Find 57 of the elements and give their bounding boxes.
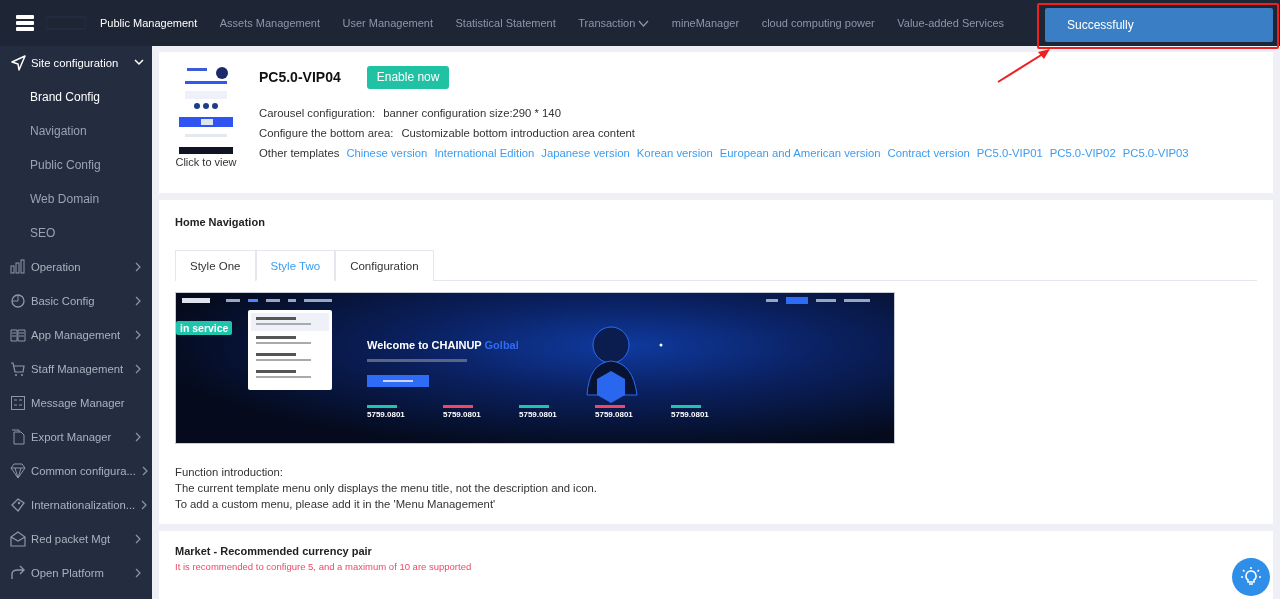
sidebar-group[interactable]: Common configura...	[0, 454, 152, 488]
field-label: Other templates	[259, 146, 340, 161]
nav-tab[interactable]: Value-added Services	[897, 17, 1005, 29]
template-link[interactable]: PC5.0-VIP01	[976, 143, 1043, 163]
sidebar-group[interactable]: Open Platform	[0, 556, 152, 590]
sidebar-item[interactable]: Brand Config	[0, 80, 152, 114]
sidebar-group[interactable]: Staff Management	[0, 352, 152, 386]
sidebar-group[interactable]: Red packet Mgt	[0, 522, 152, 556]
template-link[interactable]: European and American version	[719, 143, 881, 163]
sidebar-group[interactable]: Message Manager	[0, 386, 152, 420]
intro-text: Function introduction:	[175, 465, 284, 480]
template-link[interactable]: PC5.0-VIP02	[1049, 143, 1116, 163]
sidebar-group[interactable]: Internationalization...	[0, 488, 152, 522]
success-toast: Successfully	[1045, 8, 1273, 42]
style-tab[interactable]: Style Two	[255, 250, 336, 281]
section-title: Home Navigation	[175, 216, 266, 228]
field-value: Customizable bottom introduction area content	[401, 126, 635, 141]
banner-headline: Welcome to CHAINUP Golbal	[367, 339, 519, 351]
nav-tab[interactable]: mineManager	[671, 17, 740, 29]
sidebar-group[interactable]: App Management	[0, 318, 152, 352]
click-to-view-link[interactable]: Click to view	[175, 156, 237, 168]
ticker-price: 5759.0801	[595, 410, 634, 419]
sidebar-group[interactable]: Operation	[0, 250, 152, 284]
sidebar-item[interactable]: SEO	[0, 216, 152, 250]
intro-text: To add a custom menu, please add it in the 'Menu Management'	[175, 497, 497, 512]
sidebar-group[interactable]: Export Manager	[0, 420, 152, 454]
sidebar-item[interactable]: Navigation	[0, 114, 152, 148]
template-link[interactable]: Chinese version	[346, 143, 428, 163]
nav-tab[interactable]: Statistical Statement	[455, 17, 556, 29]
field-value: banner configuration size:290 * 140	[383, 106, 561, 121]
nav-tab[interactable]: Public Management	[100, 17, 198, 29]
style-tab[interactable]: Style One	[175, 250, 256, 281]
sidebar-item[interactable]: Public Config	[0, 148, 152, 182]
sidebar-group[interactable]: Site configuration	[0, 46, 152, 80]
template-title: PC5.0-VIP04	[259, 69, 341, 85]
section-title: Market - Recommended currency pair	[175, 545, 373, 557]
nav-tab[interactable]: Transaction	[578, 17, 650, 29]
sidebar-group[interactable]: Basic Config	[0, 284, 152, 318]
ticker-price: 5759.0801	[367, 410, 406, 419]
template-link[interactable]: Japanese version	[541, 143, 630, 163]
ticker-price: 5759.0801	[671, 410, 710, 419]
style-tab[interactable]: Configuration	[335, 250, 434, 281]
ticker-price: 5759.0801	[443, 410, 482, 419]
intro-text: The current template menu only displays the menu title, not the description and icon.	[175, 481, 598, 496]
template-link[interactable]: PC5.0-VIP03	[1122, 143, 1189, 163]
field-label: Carousel configuration:	[259, 106, 376, 121]
field-label: Configure the bottom area:	[259, 126, 394, 141]
status-badge: in service	[176, 321, 233, 335]
sidebar-item[interactable]: Web Domain	[0, 182, 152, 216]
template-link[interactable]: International Edition	[434, 143, 535, 163]
template-link[interactable]: Korean version	[636, 143, 713, 163]
nav-tab[interactable]: Assets Management	[219, 17, 320, 29]
hint-text: It is recommended to configure 5, and a maximum of 10 are supported	[175, 561, 473, 572]
nav-tab[interactable]: cloud computing power	[761, 17, 875, 29]
ticker-price: 5759.0801	[519, 410, 558, 419]
template-link[interactable]: Contract version	[887, 143, 970, 163]
nav-tab[interactable]: User Management	[342, 17, 433, 29]
